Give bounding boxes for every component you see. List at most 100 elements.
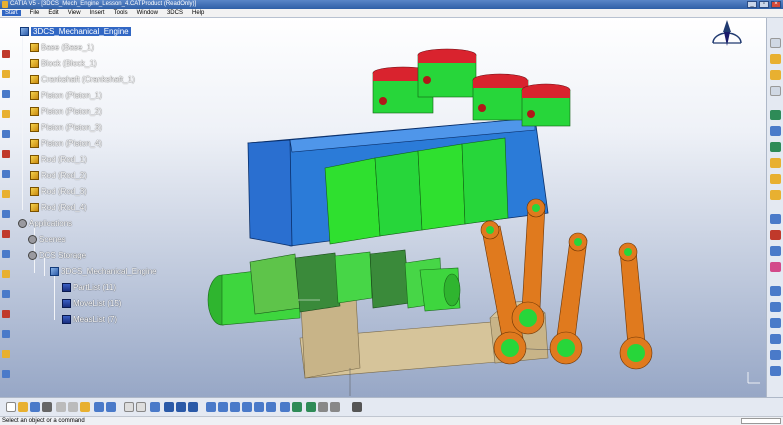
tool-sensitivity-icon[interactable] <box>770 262 781 272</box>
tool-icon-6[interactable] <box>2 150 10 158</box>
cut-icon[interactable] <box>56 402 66 412</box>
tool-icon-10[interactable] <box>2 230 10 238</box>
tree-item-dcs-root[interactable]: 3DCS_Mechanical_Engine <box>50 265 157 277</box>
tool-icon-4[interactable] <box>2 110 10 118</box>
tool-icon-3[interactable] <box>2 90 10 98</box>
tool-move-icon[interactable] <box>770 38 781 48</box>
tool-icon-13[interactable] <box>2 290 10 298</box>
menu-insert[interactable]: Insert <box>90 10 105 16</box>
tool-icon-15[interactable] <box>2 330 10 338</box>
menu-tools[interactable]: Tools <box>114 10 128 16</box>
normal-view-icon[interactable] <box>188 402 198 412</box>
tool-icon-12[interactable] <box>2 270 10 278</box>
tree-item-piston-4[interactable]: Piston (Piston_4) <box>30 137 102 149</box>
fog-icon[interactable] <box>136 402 146 412</box>
tool-icon-8[interactable] <box>2 190 10 198</box>
command-input[interactable] <box>741 418 781 424</box>
tree-item-applications[interactable]: Applications <box>18 217 72 229</box>
tool-check-icon[interactable] <box>770 142 781 152</box>
undo-icon[interactable] <box>94 402 104 412</box>
tree-item-piston-3[interactable]: Piston (Piston_3) <box>30 121 102 133</box>
compass-icon[interactable] <box>712 20 742 46</box>
menu-edit[interactable]: Edit <box>48 10 58 16</box>
save-icon[interactable] <box>30 402 40 412</box>
tool-list-icon[interactable] <box>770 286 781 296</box>
piston-4[interactable] <box>521 83 571 127</box>
tool-tolerance-icon[interactable] <box>770 158 781 168</box>
rod-2[interactable] <box>511 198 546 335</box>
print-icon[interactable] <box>42 402 52 412</box>
tool-icon-2[interactable] <box>2 70 10 78</box>
tool-chart-icon[interactable] <box>770 246 781 256</box>
tree-item-base[interactable]: Base (Base_1) <box>30 41 94 53</box>
menu-help[interactable]: Help <box>192 10 204 16</box>
tree-item-measlist[interactable]: MeasList (7) <box>62 313 117 325</box>
tool-icon-14[interactable] <box>2 310 10 318</box>
swap-space-icon[interactable] <box>330 402 340 412</box>
minimize-button[interactable]: _ <box>747 1 757 8</box>
tool-feature-icon[interactable] <box>770 190 781 200</box>
piston-3[interactable] <box>472 73 529 121</box>
tool-export-icon[interactable] <box>770 318 781 328</box>
tree-item-scenes[interactable]: Scenes <box>28 233 66 245</box>
tool-assembly-icon[interactable] <box>770 54 781 64</box>
tool-icon-9[interactable] <box>2 210 10 218</box>
menu-3dcs[interactable]: 3DCS <box>167 10 183 16</box>
tool-icon-5[interactable] <box>2 130 10 138</box>
fly-icon[interactable] <box>164 402 174 412</box>
paste-icon[interactable] <box>80 402 90 412</box>
tree-item-rod-1[interactable]: Rod (Rod_1) <box>30 153 87 165</box>
redo-icon[interactable] <box>106 402 116 412</box>
formula-icon[interactable] <box>150 402 160 412</box>
fit-all-icon[interactable] <box>206 402 216 412</box>
tree-item-rod-4[interactable]: Rod (Rod_4) <box>30 201 87 213</box>
tool-simulate-icon[interactable] <box>770 214 781 224</box>
tree-item-movelist[interactable]: MoveList (15) <box>62 297 121 309</box>
rod-3[interactable] <box>549 232 588 365</box>
tree-item-rod-2[interactable]: Rod (Rod_2) <box>30 169 87 181</box>
tree-item-piston-1[interactable]: Piston (Piston_1) <box>30 89 102 101</box>
tool-help-icon[interactable] <box>770 366 781 376</box>
multi-view-icon[interactable] <box>280 402 290 412</box>
menu-start[interactable]: Start <box>2 10 21 16</box>
tree-root[interactable]: 3DCS_Mechanical_Engine <box>20 25 131 37</box>
walk-icon[interactable] <box>176 402 186 412</box>
tree-item-partlist[interactable]: PartList (11) <box>62 281 116 293</box>
tree-item-crankshaft[interactable]: Crankshaft (Crankshaft_1) <box>30 73 135 85</box>
tool-settings-icon[interactable] <box>770 350 781 360</box>
tool-constraint-icon[interactable] <box>770 86 781 96</box>
pan-icon[interactable] <box>218 402 228 412</box>
tree-item-rod-3[interactable]: Rod (Rod_3) <box>30 185 87 197</box>
block-part[interactable] <box>247 117 549 247</box>
menu-window[interactable]: Window <box>137 10 158 16</box>
tool-icon-7[interactable] <box>2 170 10 178</box>
rod-4[interactable] <box>618 242 653 370</box>
tool-report-icon[interactable] <box>770 230 781 240</box>
normal-icon[interactable] <box>266 402 276 412</box>
menu-view[interactable]: View <box>68 10 81 16</box>
tool-gdt-icon[interactable] <box>770 174 781 184</box>
rotate-icon[interactable] <box>230 402 240 412</box>
piston-2[interactable] <box>417 48 477 98</box>
close-button[interactable]: × <box>771 1 781 8</box>
copy-icon[interactable] <box>68 402 78 412</box>
tree-item-dcs-storage[interactable]: DCS Storage <box>28 249 86 261</box>
open-icon[interactable] <box>18 402 28 412</box>
3d-viewport[interactable]: 3DCS_Mechanical_Engine Base (Base_1) Blo… <box>0 18 766 397</box>
zoom-in-icon[interactable] <box>242 402 252 412</box>
tool-component-icon[interactable] <box>770 70 781 80</box>
tool-icon-11[interactable] <box>2 250 10 258</box>
tool-import-icon[interactable] <box>770 334 781 344</box>
tree-item-block[interactable]: Block (Block_1) <box>30 57 97 69</box>
toolbar-extra-icon[interactable] <box>352 402 362 412</box>
tool-icon-17[interactable] <box>2 370 10 378</box>
shading-icon[interactable] <box>306 402 316 412</box>
new-icon[interactable] <box>6 402 16 412</box>
tool-icon-1[interactable] <box>2 50 10 58</box>
what-is-icon[interactable] <box>124 402 134 412</box>
tool-analysis-icon[interactable] <box>770 110 781 120</box>
iso-view-icon[interactable] <box>292 402 302 412</box>
restore-button[interactable]: ▫ <box>759 1 769 8</box>
tool-table-icon[interactable] <box>770 302 781 312</box>
tool-icon-16[interactable] <box>2 350 10 358</box>
